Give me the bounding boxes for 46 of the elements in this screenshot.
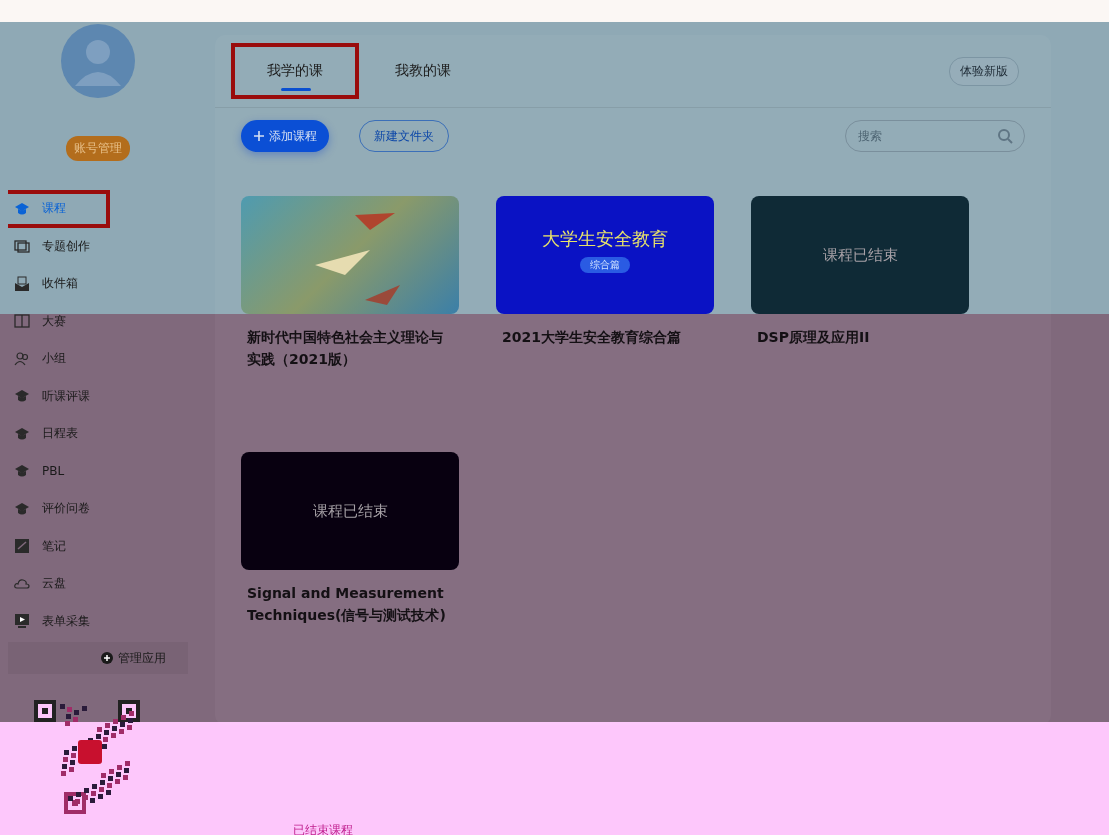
tab[interactable]: 我学的课: [231, 43, 359, 99]
sidebar-item[interactable]: 评价问卷: [8, 490, 188, 528]
course-cover-image[interactable]: [241, 196, 459, 314]
ended-courses-link[interactable]: 已结束课程: [293, 822, 353, 835]
manage-apps-button[interactable]: 管理应用: [8, 642, 188, 674]
course-title[interactable]: Signal and Measurement Techniques(信号与测试技术): [247, 582, 453, 626]
search-icon: [997, 128, 1013, 144]
graduation-cap-icon: [14, 425, 30, 442]
tab[interactable]: 我教的课: [359, 43, 487, 99]
sidebar-item[interactable]: 听课评课: [8, 377, 188, 415]
monitor-icon: [14, 613, 30, 630]
course-cover-poster[interactable]: 大学生安全教育 综合篇: [496, 196, 714, 314]
search-field[interactable]: 搜索: [845, 120, 1025, 152]
course-ended-label: 课程已结束: [822, 245, 898, 265]
sidebar-item[interactable]: 收件箱: [8, 265, 188, 303]
course-ended-label: 课程已结束: [312, 501, 388, 521]
sidebar-item[interactable]: 课程: [8, 190, 110, 228]
poster-subtitle: 综合篇: [580, 257, 630, 273]
sidebar-item[interactable]: 笔记: [8, 527, 188, 565]
note-icon: [14, 538, 30, 555]
sidebar-item[interactable]: 日程表: [8, 415, 188, 453]
book-icon: [14, 313, 30, 330]
active-tab-indicator: [281, 88, 311, 91]
new-version-button[interactable]: 体验新版: [949, 56, 1019, 86]
plus-icon: [253, 130, 265, 142]
course-title[interactable]: DSP原理及应用II: [757, 326, 963, 348]
sidebar-item[interactable]: 云盘: [8, 565, 188, 603]
sidebar-item[interactable]: 小组: [8, 340, 188, 378]
add-course-button[interactable]: 添加课程: [241, 120, 329, 152]
windows-icon: [14, 238, 30, 255]
plus-icon: [101, 652, 113, 664]
account-button[interactable]: 账号管理: [66, 136, 130, 161]
course-title[interactable]: 2021大学生安全教育综合篇: [502, 326, 708, 348]
sidebar-item[interactable]: 专题创作: [8, 227, 188, 265]
course-cover[interactable]: 课程已结束: [241, 452, 459, 570]
people-icon: [14, 350, 30, 367]
sidebar-item[interactable]: 大赛: [8, 302, 188, 340]
course-cover[interactable]: 课程已结束: [751, 196, 969, 314]
poster-title: 大学生安全教育: [542, 227, 668, 251]
inbox-icon: [14, 275, 30, 292]
sidebar-item[interactable]: PBL: [8, 452, 188, 490]
graduation-cap-icon: [14, 200, 30, 217]
course-title[interactable]: 新时代中国特色社会主义理论与实践（2021版）: [247, 326, 453, 370]
sidebar-item[interactable]: 表单采集: [8, 602, 188, 640]
graduation-cap-icon: [14, 500, 30, 517]
manage-apps-label: 管理应用: [118, 649, 166, 667]
